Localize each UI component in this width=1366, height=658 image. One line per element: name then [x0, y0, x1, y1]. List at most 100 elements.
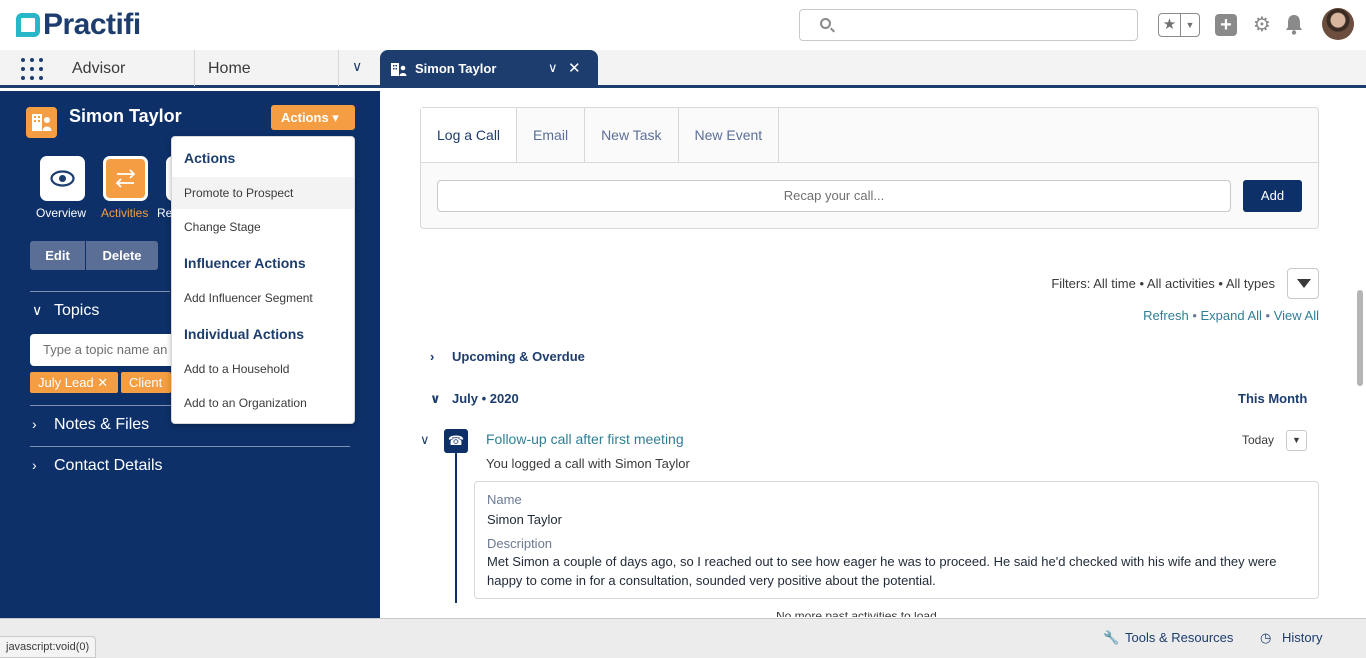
account-icon — [26, 107, 57, 138]
status-url: javascript:void(0) — [0, 636, 97, 658]
activity-composer: Log a Call Email New Task New Event Reca… — [420, 107, 1319, 229]
name-value: Simon Taylor — [487, 512, 562, 527]
tab-email[interactable]: Email — [517, 108, 586, 162]
section-contact-details[interactable]: › Contact Details — [32, 457, 163, 475]
filter-icon[interactable] — [1287, 268, 1319, 299]
timeline-links: Refresh • Expand All • View All — [1000, 308, 1319, 323]
app-logo[interactable]: Practifi — [16, 10, 141, 40]
overview-tile[interactable] — [40, 156, 85, 201]
description-value: Met Simon a couple of days ago, so I rea… — [487, 554, 1277, 588]
link-separator: • — [1261, 308, 1274, 323]
activities-label[interactable]: Activities — [101, 206, 148, 220]
star-icon[interactable]: ★ — [1159, 14, 1181, 36]
tools-label[interactable]: Tools & Resources — [1125, 630, 1233, 645]
menu-item-add-to-household[interactable]: Add to a Household — [172, 353, 354, 385]
tab-new-task[interactable]: New Task — [585, 108, 679, 162]
record-name: Simon Taylor — [69, 106, 182, 126]
section-contact-label[interactable]: Contact Details — [54, 457, 163, 474]
edit-button[interactable]: Edit — [30, 241, 86, 270]
activity-title-link[interactable]: Follow-up call after first meeting — [486, 431, 684, 447]
nav-item-home[interactable]: Home ∨ — [194, 50, 379, 86]
tab-label[interactable]: Simon Taylor — [415, 61, 496, 76]
timeline-line — [455, 453, 457, 603]
scrollbar[interactable] — [1357, 290, 1363, 386]
topic-pill-label: July Lead — [38, 375, 94, 390]
favorites-button[interactable]: ★ ▼ — [1158, 13, 1200, 37]
menu-item-change-stage[interactable]: Change Stage — [172, 211, 354, 243]
menu-item-add-influencer-segment[interactable]: Add Influencer Segment — [172, 282, 354, 314]
history-label[interactable]: History — [1282, 630, 1322, 645]
this-month-label: This Month — [1238, 391, 1308, 406]
history-button[interactable]: ◷ History — [1260, 630, 1322, 646]
close-icon[interactable]: ✕ — [568, 59, 581, 77]
chevron-down-icon[interactable]: ▼ — [1181, 14, 1199, 36]
nav-home-label[interactable]: Home — [208, 60, 251, 78]
tab-simon-taylor[interactable]: Simon Taylor ∨ ✕ — [380, 50, 598, 88]
app-name: Advisor — [72, 60, 126, 77]
description-label: Description — [487, 536, 553, 551]
refresh-link[interactable]: Refresh — [1143, 308, 1189, 323]
section-topics[interactable]: ∨ Topics — [32, 302, 99, 320]
global-header: Practifi ★ ▼ + ⚙ — [0, 0, 1366, 50]
caret-down-icon[interactable]: ▾ — [332, 110, 339, 125]
topic-pill[interactable]: July Lead ✕ — [30, 372, 118, 393]
search-icon — [820, 18, 831, 29]
link-separator: • — [1188, 308, 1201, 323]
logo-icon — [16, 13, 40, 37]
tab-new-event[interactable]: New Event — [678, 108, 780, 162]
topic-input[interactable]: Type a topic name an — [30, 334, 180, 366]
topic-pill[interactable]: Client — [121, 372, 171, 393]
activity-menu-button[interactable]: ▼ — [1286, 430, 1307, 451]
chevron-right-icon[interactable]: › — [32, 416, 48, 432]
clock-icon: ◷ — [1260, 630, 1272, 645]
expand-all-link[interactable]: Expand All — [1200, 308, 1261, 323]
recap-call-input[interactable]: Recap your call... — [437, 180, 1231, 212]
topic-pill-label: Client — [129, 375, 163, 390]
tools-resources-button[interactable]: 🔧 Tools & Resources — [1103, 630, 1233, 646]
user-avatar[interactable] — [1322, 8, 1354, 40]
global-actions-plus-icon[interactable]: + — [1215, 14, 1237, 36]
actions-label[interactable]: Actions — [281, 110, 329, 125]
add-button[interactable]: Add — [1243, 180, 1302, 212]
call-icon: ☎ — [444, 429, 468, 453]
bell-icon[interactable] — [1284, 13, 1304, 35]
activities-tile[interactable] — [103, 156, 148, 201]
activity-detail-card: Name Simon Taylor Description Met Simon … — [474, 481, 1319, 599]
menu-item-promote-to-prospect[interactable]: Promote to Prospect — [172, 177, 354, 209]
composer-tabs: Log a Call Email New Task New Event — [421, 108, 1318, 163]
no-more-activities-text: No more past activities to load. — [776, 612, 976, 617]
chevron-down-icon[interactable]: ∨ — [430, 391, 444, 407]
chevron-down-icon[interactable]: ∨ — [352, 58, 362, 75]
divider — [30, 291, 170, 292]
transfer-icon — [115, 169, 136, 188]
chevron-down-icon[interactable]: ∨ — [548, 60, 558, 76]
section-notes-files[interactable]: › Notes & Files — [32, 416, 149, 434]
group-month-label[interactable]: July • 2020 — [452, 391, 519, 406]
account-icon — [391, 63, 407, 76]
close-icon[interactable]: ✕ — [97, 375, 108, 390]
section-topics-label[interactable]: Topics — [54, 302, 99, 319]
chevron-right-icon[interactable]: › — [430, 349, 444, 364]
gear-icon[interactable]: ⚙ — [1252, 15, 1272, 35]
wrench-icon: 🔧 — [1103, 630, 1120, 645]
overview-label[interactable]: Overview — [36, 206, 86, 220]
global-search-input[interactable] — [799, 9, 1138, 41]
section-notes-label[interactable]: Notes & Files — [54, 416, 149, 433]
app-launcher-icon[interactable] — [21, 58, 43, 80]
actions-button[interactable]: Actions ▾ — [271, 105, 355, 130]
logo-text: Practifi — [43, 8, 141, 41]
chevron-right-icon[interactable]: › — [32, 457, 48, 473]
menu-group-individual-actions: Individual Actions — [184, 326, 305, 342]
group-month[interactable]: ∨ July • 2020 — [430, 391, 519, 407]
chevron-down-icon[interactable]: ∨ — [420, 432, 430, 448]
tab-log-a-call[interactable]: Log a Call — [421, 108, 518, 162]
chevron-down-icon[interactable]: ∨ — [32, 302, 48, 319]
delete-button[interactable]: Delete — [86, 241, 158, 270]
menu-item-add-to-organization[interactable]: Add to an Organization — [172, 387, 354, 419]
eye-icon — [50, 170, 75, 187]
view-all-link[interactable]: View All — [1274, 308, 1319, 323]
divider — [338, 50, 339, 86]
activity-subtitle: You logged a call with Simon Taylor — [486, 456, 690, 471]
group-upcoming-label[interactable]: Upcoming & Overdue — [452, 349, 585, 364]
group-upcoming-overdue[interactable]: › Upcoming & Overdue — [430, 349, 585, 364]
